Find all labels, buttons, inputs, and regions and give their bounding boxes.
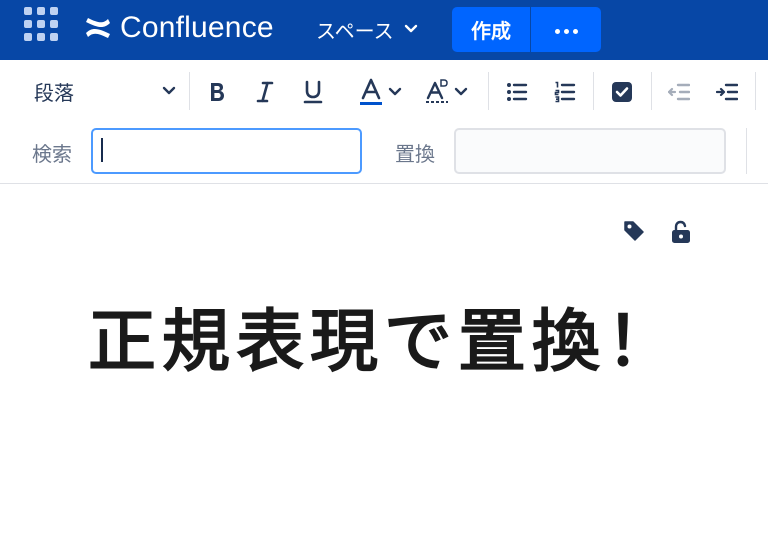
chevron-down-icon bbox=[454, 87, 468, 96]
more-options-button[interactable] bbox=[531, 7, 601, 52]
unlock-icon bbox=[672, 220, 690, 243]
labels-button[interactable] bbox=[622, 219, 646, 245]
indent-icon bbox=[716, 83, 738, 101]
confluence-logo-icon bbox=[86, 18, 110, 38]
italic-icon bbox=[256, 81, 274, 103]
toolbar-divider bbox=[189, 72, 190, 110]
replace-input[interactable] bbox=[454, 128, 726, 174]
bold-button[interactable] bbox=[203, 76, 231, 108]
spaces-menu[interactable]: スペース bbox=[316, 14, 418, 44]
bullet-list-icon bbox=[507, 83, 528, 101]
indent-button[interactable] bbox=[713, 76, 741, 108]
underline-icon bbox=[303, 80, 323, 104]
toolbar-divider bbox=[651, 72, 652, 110]
paragraph-style-value: 段落 bbox=[34, 80, 74, 105]
app-name: Confluence bbox=[120, 11, 274, 44]
ellipsis-icon bbox=[553, 22, 580, 37]
text-color-icon bbox=[360, 78, 382, 105]
toolbar-divider bbox=[488, 72, 489, 110]
numbered-list-icon bbox=[554, 81, 576, 103]
outdent-button[interactable] bbox=[665, 76, 693, 108]
bold-icon bbox=[211, 83, 224, 101]
create-button[interactable]: 作成 bbox=[452, 7, 530, 52]
page-title[interactable]: 正規表現で置換！ bbox=[0, 286, 768, 385]
bullet-list-button[interactable] bbox=[503, 76, 531, 108]
toolbar-divider bbox=[755, 72, 756, 110]
paragraph-style-select[interactable]: 段落 bbox=[34, 76, 176, 106]
find-input[interactable] bbox=[91, 128, 362, 174]
app-switcher-icon[interactable] bbox=[24, 7, 64, 47]
restrictions-button[interactable] bbox=[669, 219, 693, 245]
clear-formatting-icon bbox=[426, 79, 448, 103]
toolbar-divider bbox=[593, 72, 594, 110]
confluence-logo[interactable]: Confluence bbox=[84, 11, 274, 44]
underline-button[interactable] bbox=[299, 76, 327, 108]
find-replace-bar: 検索 置換 bbox=[0, 122, 768, 184]
numbered-list-button[interactable] bbox=[551, 76, 579, 108]
spaces-label: スペース bbox=[316, 18, 394, 43]
replace-label: 置換 bbox=[395, 142, 435, 166]
text-color-button[interactable] bbox=[354, 76, 406, 108]
editor-toolbar: 段落 bbox=[0, 60, 768, 122]
outdent-icon bbox=[668, 83, 690, 101]
chevron-down-icon bbox=[162, 86, 176, 95]
chevron-down-icon bbox=[404, 24, 417, 33]
chevron-down-icon bbox=[388, 87, 402, 96]
find-label: 検索 bbox=[32, 142, 72, 166]
more-formatting-button[interactable] bbox=[420, 76, 472, 108]
checkbox-icon bbox=[612, 82, 632, 102]
top-navigation: Confluence スペース 作成 bbox=[0, 0, 768, 60]
action-item-button[interactable] bbox=[608, 76, 636, 108]
tag-icon bbox=[624, 221, 644, 241]
italic-button[interactable] bbox=[251, 76, 279, 108]
find-bar-divider bbox=[746, 128, 747, 174]
text-cursor bbox=[101, 138, 103, 162]
